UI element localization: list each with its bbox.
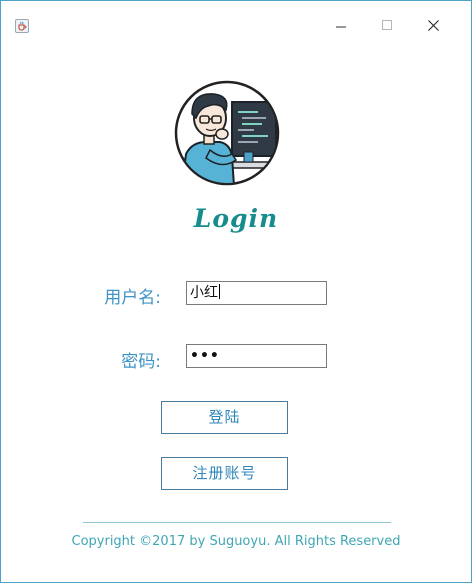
minimize-button[interactable]: [319, 11, 365, 41]
password-label: 密码:: [121, 352, 161, 372]
login-window: Login 用户名: 小红 密码: ••• 登陆 注册账号 Copyright …: [0, 0, 472, 583]
maximize-button[interactable]: [365, 11, 411, 41]
username-input[interactable]: 小红: [186, 281, 327, 305]
close-icon: [428, 20, 439, 31]
maximize-icon: [382, 20, 392, 30]
register-button[interactable]: 注册账号: [161, 457, 288, 490]
username-label: 用户名:: [104, 288, 161, 308]
minimize-icon: [336, 26, 346, 28]
developer-at-computer-avatar: [174, 80, 280, 186]
username-value: 小红: [190, 285, 218, 301]
copyright-text: Copyright ©2017 by Suguoyu. All Rights R…: [71, 534, 401, 549]
text-cursor: [219, 284, 220, 299]
login-button[interactable]: 登陆: [161, 401, 288, 434]
login-title: Login: [193, 204, 279, 233]
java-coffee-cup-icon[interactable]: [15, 19, 29, 33]
footer-divider: [83, 522, 391, 523]
close-button[interactable]: [411, 11, 457, 41]
password-input[interactable]: •••: [186, 344, 327, 368]
title-bar[interactable]: [1, 1, 471, 33]
password-masked-value: •••: [190, 348, 220, 364]
